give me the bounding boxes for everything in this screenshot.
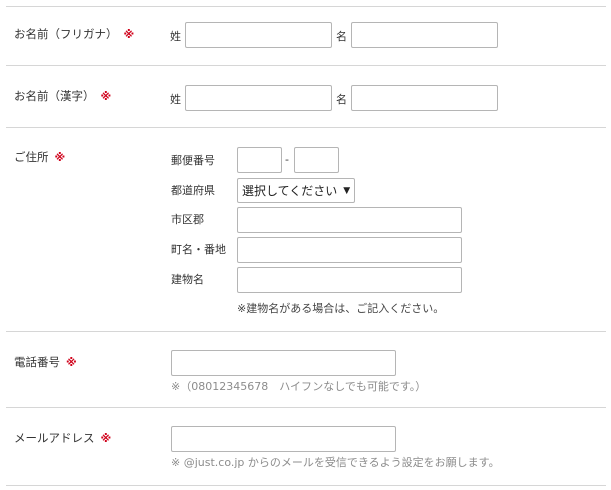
- postal-code-separator: -: [285, 153, 289, 166]
- postal-code-first-input[interactable]: [237, 147, 282, 173]
- postal-code-label: 郵便番号: [171, 154, 215, 167]
- name-kana-label-text: お名前（フリガナ）: [14, 27, 118, 41]
- name-kanji-row: お名前（漢字） ※ 姓 名: [6, 65, 606, 127]
- email-label: メールアドレス ※: [14, 430, 111, 446]
- name-kana-first-label: 名: [336, 30, 347, 43]
- email-input[interactable]: [171, 426, 396, 452]
- phone-row: 電話番号 ※ ※（08012345678 ハイフンなしでも可能です。）: [6, 331, 606, 407]
- required-mark: ※: [66, 356, 77, 369]
- name-kana-row: お名前（フリガナ） ※ 姓 名: [6, 6, 606, 65]
- phone-note: ※（08012345678 ハイフンなしでも可能です。）: [171, 380, 427, 393]
- prefecture-select[interactable]: 選択してください ▼: [237, 178, 355, 203]
- city-input[interactable]: [237, 207, 462, 233]
- postal-code-second-input[interactable]: [294, 147, 339, 173]
- street-input[interactable]: [237, 237, 462, 263]
- prefecture-label: 都道府県: [171, 184, 215, 197]
- name-kana-last-label: 姓: [170, 30, 181, 43]
- required-mark: ※: [100, 432, 112, 445]
- name-kanji-last-label: 姓: [170, 93, 181, 106]
- address-label: ご住所 ※: [14, 149, 65, 165]
- name-kana-last-input[interactable]: [185, 22, 332, 48]
- name-kanji-label-text: お名前（漢字）: [14, 89, 95, 103]
- required-mark: ※: [54, 151, 66, 164]
- prefecture-selected-value: 選択してください: [242, 184, 338, 198]
- name-kanji-first-label: 名: [336, 93, 347, 106]
- phone-label: 電話番号 ※: [14, 354, 77, 370]
- required-mark: ※: [100, 90, 112, 103]
- street-label: 町名・番地: [171, 243, 226, 256]
- email-row: メールアドレス ※ ※ @just.co.jp からのメールを受信できるよう設定を…: [6, 407, 606, 486]
- building-label: 建物名: [171, 273, 204, 286]
- building-note: ※建物名がある場合は、ご記入ください。: [237, 302, 445, 315]
- name-kana-label: お名前（フリガナ） ※: [14, 26, 134, 42]
- name-kana-first-input[interactable]: [351, 22, 498, 48]
- address-label-text: ご住所: [14, 150, 49, 164]
- email-label-text: メールアドレス: [14, 431, 95, 445]
- city-label: 市区郡: [171, 213, 204, 226]
- name-kanji-first-input[interactable]: [351, 85, 498, 111]
- building-input[interactable]: [237, 267, 462, 293]
- name-kanji-label: お名前（漢字） ※: [14, 88, 111, 104]
- email-note: ※ @just.co.jp からのメールを受信できるよう設定をお願します。: [171, 456, 500, 469]
- dropdown-arrow-icon: ▼: [343, 185, 351, 196]
- name-kanji-last-input[interactable]: [185, 85, 332, 111]
- phone-input[interactable]: [171, 350, 396, 376]
- phone-label-text: 電話番号: [14, 355, 60, 369]
- address-row: ご住所 ※ 郵便番号 - 都道府県 選択してください ▼ 市区郡 町名・番地 建物…: [6, 127, 606, 331]
- required-mark: ※: [123, 28, 135, 41]
